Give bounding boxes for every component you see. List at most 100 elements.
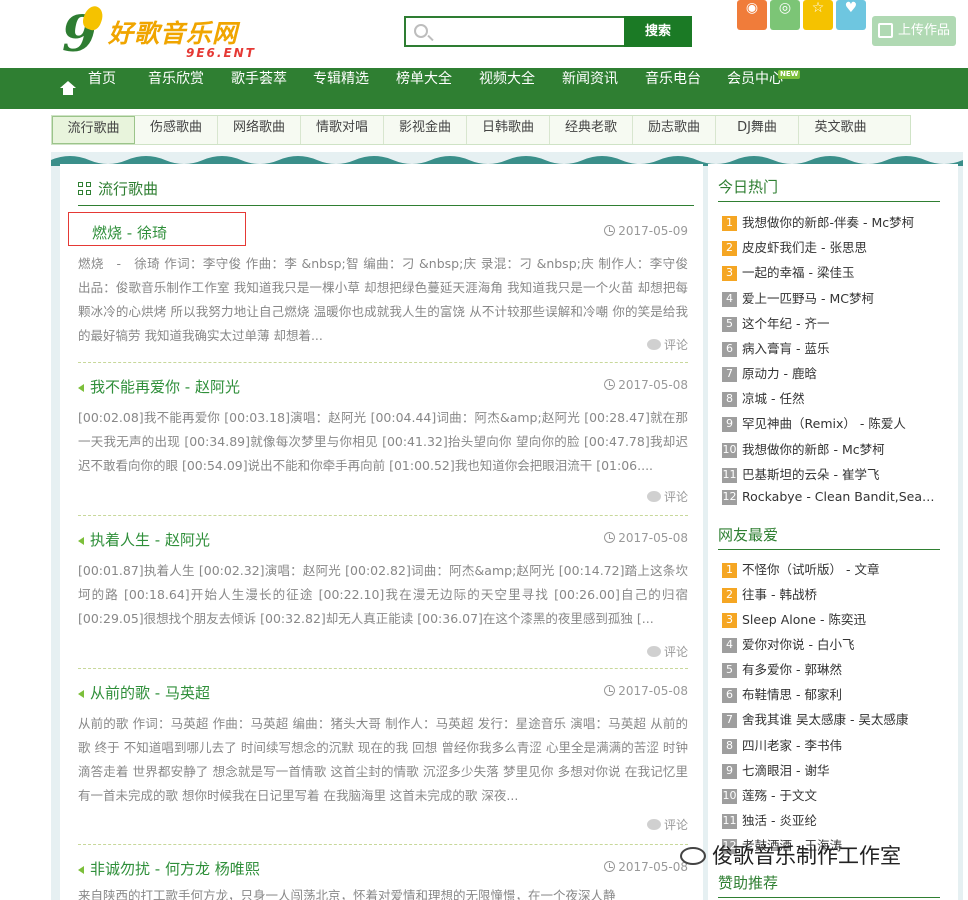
article-title[interactable]: 非诚勿扰 - 何方龙 杨唯熙 (78, 858, 260, 879)
section-title: 流行歌曲 (98, 180, 159, 198)
nav-item-albums[interactable]: 专辑精选 (313, 68, 369, 109)
genre-tab-internet[interactable]: 网络歌曲 (218, 116, 301, 144)
arrow-left-icon (78, 689, 84, 698)
genre-tab-inspire[interactable]: 励志歌曲 (633, 116, 716, 144)
genre-tab-dj[interactable]: DJ舞曲 (716, 116, 799, 144)
divider (78, 515, 688, 516)
nav-item-radio[interactable]: 音乐电台 (645, 68, 701, 109)
rank-item[interactable]: 5 有多爱你 - 郭琳然 (722, 659, 940, 684)
genre-tab-film[interactable]: 影视金曲 (384, 116, 467, 144)
article-item: 我不能再爱你 - 赵阿光 2017-05-08 [00:02.08]我不能再爱你… (78, 376, 688, 516)
rank-item[interactable]: 4 爱上一匹野马 - MC梦柯 (722, 288, 940, 313)
search-input[interactable] (434, 20, 622, 43)
rank-item[interactable]: 7 舍我其谁 吴太感康 - 吴太感康 (722, 709, 940, 734)
hot-list-title: 今日热门 (718, 176, 940, 202)
clock-icon (604, 225, 616, 236)
article-date: 2017-05-08 (604, 684, 688, 698)
arrow-left-icon (78, 865, 84, 874)
article-excerpt: 从前的歌 作词：马英超 作曲：马英超 编曲：猪头大哥 制作人：马英超 发行：星途… (78, 716, 688, 803)
rank-item[interactable]: 6 病入膏肓 - 蓝乐 (722, 338, 940, 363)
article-title[interactable]: 我不能再爱你 - 赵阿光 (78, 376, 240, 397)
grid-icon (78, 182, 92, 196)
nav-item-singers[interactable]: 歌手荟萃 (231, 68, 287, 109)
genre-tab-english[interactable]: 英文歌曲 (799, 116, 882, 144)
comment-link[interactable]: 评论 (646, 643, 688, 660)
article-date: 2017-05-08 (604, 531, 688, 545)
article-date: 2017-05-09 (604, 224, 688, 238)
rank-item[interactable]: 2 往事 - 韩战桥 (722, 584, 940, 609)
rank-item[interactable]: 4 爱你对你说 - 白小飞 (722, 634, 940, 659)
article-item: 执着人生 - 赵阿光 2017-05-08 [00:01.87]执着人生 [00… (78, 529, 688, 669)
nav-item-members[interactable]: 会员中心 (727, 68, 783, 109)
rank-item[interactable]: 8 四川老家 - 李书伟 (722, 735, 940, 760)
rank-item[interactable]: 3 一起的幸福 - 梁佳玉 (722, 262, 940, 287)
genre-tab-sad[interactable]: 伤感歌曲 (135, 116, 218, 144)
genre-tab-jk[interactable]: 日韩歌曲 (467, 116, 550, 144)
nav-item-news[interactable]: 新闻资讯 (562, 68, 618, 109)
clock-icon (604, 379, 616, 390)
rank-item[interactable]: 12 Rockabye - Clean Bandit,Sean Paul (722, 489, 940, 514)
comment-icon (646, 646, 661, 657)
fav-list-title: 网友最爱 (718, 524, 940, 550)
comment-icon (646, 339, 661, 350)
chat-icon[interactable]: ◎ (770, 0, 800, 30)
nav-item-videos[interactable]: 视频大全 (479, 68, 535, 109)
rank-item[interactable]: 1 我想做你的新郎-伴奏 - Mc梦柯 (722, 212, 940, 237)
watermark: 俊歌音乐制作工作室 (680, 840, 901, 870)
rank-item[interactable]: 3 Sleep Alone - 陈奕迅 (722, 609, 940, 634)
rank-item[interactable]: 10 我想做你的新郎 - Mc梦柯 (722, 439, 940, 464)
comment-link[interactable]: 评论 (646, 488, 688, 505)
edit-icon (878, 23, 893, 38)
rank-item[interactable]: 11 独活 - 炎亚纶 (722, 810, 940, 835)
rank-item[interactable]: 5 这个年纪 - 齐一 (722, 313, 940, 338)
rank-item[interactable]: 9 罕见神曲（Remix） - 陈爱人 (722, 413, 940, 438)
rank-item[interactable]: 6 布鞋情思 - 郁家利 (722, 684, 940, 709)
home-icon[interactable] (60, 81, 76, 95)
clock-icon (604, 532, 616, 543)
clock-icon (604, 861, 616, 872)
article-excerpt: 燃烧 - 徐琦 作词：李守俊 作曲：李 &nbsp;智 编曲：刁 &nbsp;庆… (78, 256, 688, 343)
site-logo[interactable]: 9 好歌音乐网 9E6.ENT (62, 3, 282, 62)
rank-item[interactable]: 11 巴基斯坦的云朵 - 崔学飞 (722, 464, 940, 489)
rank-item[interactable]: 7 原动力 - 鹿晗 (722, 363, 940, 388)
clock-icon (604, 685, 616, 696)
rank-item[interactable]: 9 七滴眼泪 - 谢华 (722, 760, 940, 785)
header: 9 好歌音乐网 9E6.ENT 搜索 ◉ ◎ ☆ ♥ 上传作品 (0, 0, 968, 68)
rank-item[interactable]: 8 凉城 - 任然 (722, 388, 940, 413)
weibo-icon[interactable]: ◉ (737, 0, 767, 30)
search-bar: 搜索 (404, 16, 692, 47)
comment-icon (646, 491, 661, 502)
comment-link[interactable]: 评论 (646, 816, 688, 833)
divider (78, 668, 688, 669)
article-excerpt: 来自陕西的打工歌手何方龙，只身一人闯荡北京，怀着对爱情和理想的无限憧憬，在一个夜… (78, 888, 616, 900)
nav-item-music[interactable]: 音乐欣赏 (148, 68, 204, 109)
comment-link[interactable]: 评论 (646, 336, 688, 353)
rank-item[interactable]: 1 不怪你（试听版） - 文章 (722, 559, 940, 584)
upload-label: 上传作品 (898, 23, 951, 38)
genre-tab-classic[interactable]: 经典老歌 (550, 116, 633, 144)
rank-item[interactable]: 10 莲殇 - 于文文 (722, 785, 940, 810)
nav-item-home[interactable]: 首页 (88, 68, 116, 109)
highlight-box (68, 212, 246, 246)
article-date: 2017-05-08 (604, 378, 688, 392)
sponsor-title: 赞助推荐 (718, 872, 940, 898)
genre-tab-pop[interactable]: 流行歌曲 (52, 116, 135, 144)
article-title[interactable]: 从前的歌 - 马英超 (78, 682, 210, 703)
section-header: 流行歌曲 (78, 178, 694, 206)
heart-icon[interactable]: ♥ (836, 0, 866, 30)
genre-tab-duet[interactable]: 情歌对唱 (301, 116, 384, 144)
article-excerpt: [00:01.87]执着人生 [00:02.32]演唱：赵阿光 [00:02.8… (78, 563, 688, 626)
search-icon (414, 24, 428, 38)
upload-button[interactable]: 上传作品 (872, 16, 956, 46)
comment-icon (646, 819, 661, 830)
rank-item[interactable]: 2 皮皮虾我们走 - 张思思 (722, 237, 940, 262)
new-badge: NEW (778, 70, 801, 79)
article-item: 非诚勿扰 - 何方龙 杨唯熙 2017-05-08 来自陕西的打工歌手何方龙，只… (78, 858, 688, 900)
article-item: 从前的歌 - 马英超 2017-05-08 从前的歌 作词：马英超 作曲：马英超… (78, 682, 688, 846)
star-icon[interactable]: ☆ (803, 0, 833, 30)
article-title[interactable]: 执着人生 - 赵阿光 (78, 529, 210, 550)
search-button[interactable]: 搜索 (624, 16, 692, 47)
nav-item-charts[interactable]: 榜单大全 (396, 68, 452, 109)
article-excerpt: [00:02.08]我不能再爱你 [00:03.18]演唱：赵阿光 [00:04… (78, 410, 688, 473)
search-box (404, 16, 626, 47)
